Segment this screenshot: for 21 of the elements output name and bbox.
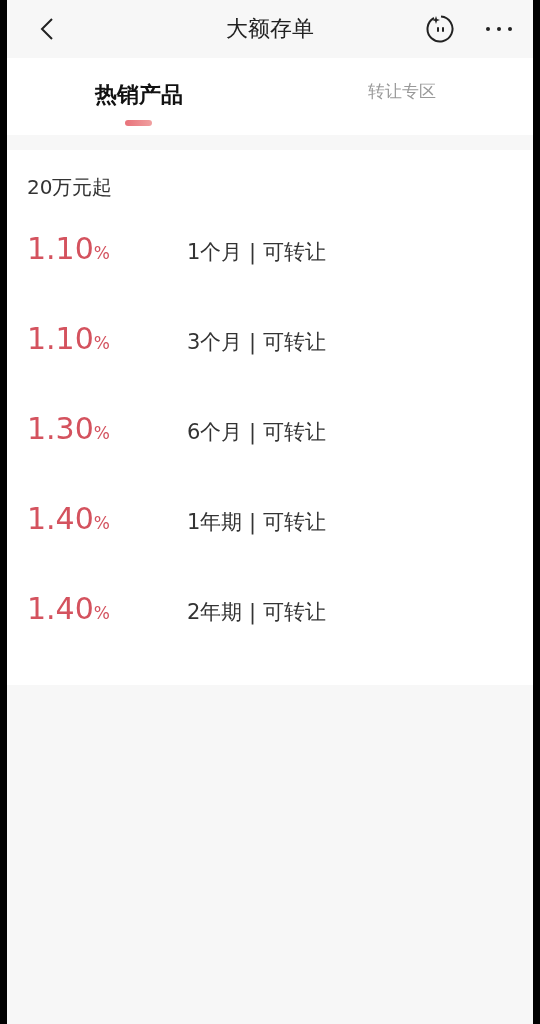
product-term: 1年期 | 可转让 [187, 509, 326, 536]
percent-sign: % [93, 603, 110, 623]
percent-sign: % [93, 243, 110, 263]
percent-sign: % [93, 513, 110, 533]
interest-rate: 1.40 [27, 591, 94, 626]
product-term: 1个月 | 可转让 [187, 239, 326, 266]
smiley-icon[interactable] [425, 14, 455, 44]
interest-rate: 1.10 [27, 321, 94, 356]
interest-rate: 1.40 [27, 501, 94, 536]
product-term: 2年期 | 可转让 [187, 599, 326, 626]
back-icon[interactable] [40, 17, 54, 41]
interest-rate: 1.10 [27, 231, 94, 266]
percent-sign: % [93, 423, 110, 443]
product-term: 6个月 | 可转让 [187, 419, 326, 446]
page-title: 大额存单 [226, 15, 314, 43]
section-title: 20万元起 [27, 174, 114, 201]
percent-sign: % [93, 333, 110, 353]
tab[interactable]: 热销产品 [94, 80, 183, 110]
more-icon[interactable] [485, 26, 513, 32]
interest-rate: 1.30 [27, 411, 94, 446]
product-term: 3个月 | 可转让 [187, 329, 326, 356]
